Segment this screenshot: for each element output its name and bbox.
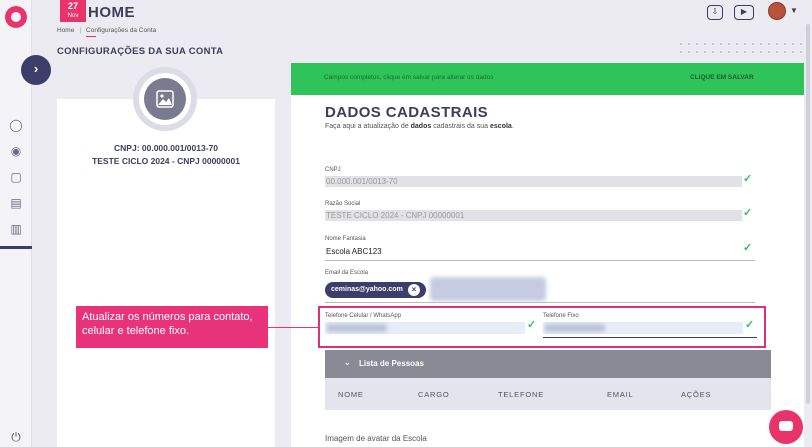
rail-active-indicator bbox=[0, 246, 32, 249]
razao-valid-check-icon: ✓ bbox=[743, 207, 753, 219]
date-badge: 27 Nov bbox=[60, 0, 86, 22]
column-email: EMAIL bbox=[607, 390, 634, 399]
instruction-callout: Atualizar os números para contato, celul… bbox=[76, 306, 268, 348]
document-icon[interactable]: ▤ bbox=[9, 196, 23, 210]
user-search-icon[interactable]: ◯ bbox=[9, 118, 23, 132]
people-list-title: Lista de Pessoas bbox=[359, 359, 424, 368]
avatar-section-label: Imagem de avatar da Escola bbox=[325, 434, 427, 443]
decorative-dots bbox=[677, 40, 803, 56]
chevron-down-icon[interactable]: ▼ bbox=[790, 6, 798, 15]
cnpj-field: 00.000.001/0013-70 bbox=[325, 176, 742, 187]
celular-valid-check-icon: ✓ bbox=[527, 319, 537, 331]
date-month: Nov bbox=[67, 13, 79, 19]
nome-fantasia-input[interactable]: Escola ABC123 bbox=[325, 246, 742, 257]
save-banner-message: Campos completos, clique em salvar para … bbox=[324, 74, 494, 81]
user-location-icon[interactable]: ◉ bbox=[9, 144, 23, 158]
email-label: Email da Escola bbox=[325, 270, 369, 276]
breadcrumb: Home | Configurações da Conta bbox=[57, 27, 157, 34]
profile-avatar[interactable] bbox=[144, 78, 186, 120]
razao-social-field: TESTE CICLO 2024 - CNPJ 00000001 bbox=[325, 210, 742, 221]
date-day: 27 bbox=[67, 1, 78, 11]
fixo-underline bbox=[543, 337, 757, 338]
close-icon[interactable]: × bbox=[408, 284, 420, 296]
video-play-icon[interactable]: ▶ bbox=[734, 5, 754, 20]
chevron-down-icon[interactable]: ⌄ bbox=[344, 358, 351, 367]
column-nome: NOME bbox=[338, 390, 364, 399]
profile-cnpj: CNPJ: 00.000.001/0013-70 bbox=[114, 143, 218, 153]
document-edit-icon[interactable]: ▥ bbox=[9, 222, 23, 236]
fixo-label: Telefone Fixo bbox=[543, 313, 579, 319]
profile-name: TESTE CICLO 2024 - CNPJ 00000001 bbox=[92, 156, 240, 166]
nome-fantasia-label: Nome Fantasia bbox=[325, 236, 366, 242]
column-telefone: TELEFONE bbox=[498, 390, 544, 399]
download-icon[interactable]: ⇩ bbox=[707, 5, 723, 20]
breadcrumb-current: Configurações da Conta bbox=[86, 27, 157, 34]
save-button[interactable]: CLIQUE EM SALVAR bbox=[690, 74, 754, 81]
image-icon bbox=[156, 90, 174, 108]
callout-connector bbox=[268, 327, 318, 328]
scan-icon[interactable]: ▢ bbox=[9, 170, 23, 184]
app-title: HOME bbox=[88, 4, 135, 21]
breadcrumb-home[interactable]: Home bbox=[57, 27, 74, 34]
column-acoes: AÇÕES bbox=[681, 390, 712, 399]
celular-value-redacted bbox=[327, 324, 387, 332]
razao-social-label: Razão Social bbox=[325, 201, 361, 207]
form-title: DADOS CADASTRAIS bbox=[325, 104, 489, 121]
cnpj-label: CNPJ bbox=[325, 167, 341, 173]
brand-logo-icon[interactable] bbox=[5, 6, 27, 28]
fantasia-valid-check-icon: ✓ bbox=[743, 242, 753, 254]
sidebar-toggle-button[interactable]: › bbox=[21, 55, 51, 85]
column-cargo: CARGO bbox=[418, 390, 450, 399]
email-input-redacted[interactable] bbox=[430, 277, 546, 301]
celular-label: Telefone Celular / WhatsApp bbox=[325, 313, 402, 319]
fixo-valid-check-icon: ✓ bbox=[745, 319, 755, 331]
page-title: CONFIGURAÇÕES DA SUA CONTA bbox=[57, 46, 224, 57]
email-underline bbox=[325, 302, 755, 303]
cnpj-valid-check-icon: ✓ bbox=[743, 173, 753, 185]
page-scrollbar[interactable] bbox=[806, 24, 810, 404]
user-avatar[interactable] bbox=[768, 2, 786, 20]
form-subtitle: Faça aqui a atualização de dados cadastr… bbox=[325, 123, 514, 130]
power-icon[interactable]: ⏻ bbox=[9, 430, 23, 444]
chat-button[interactable] bbox=[769, 410, 803, 444]
nome-fantasia-underline bbox=[325, 260, 755, 261]
fixo-value-redacted bbox=[545, 324, 605, 332]
breadcrumb-underline bbox=[86, 36, 96, 37]
